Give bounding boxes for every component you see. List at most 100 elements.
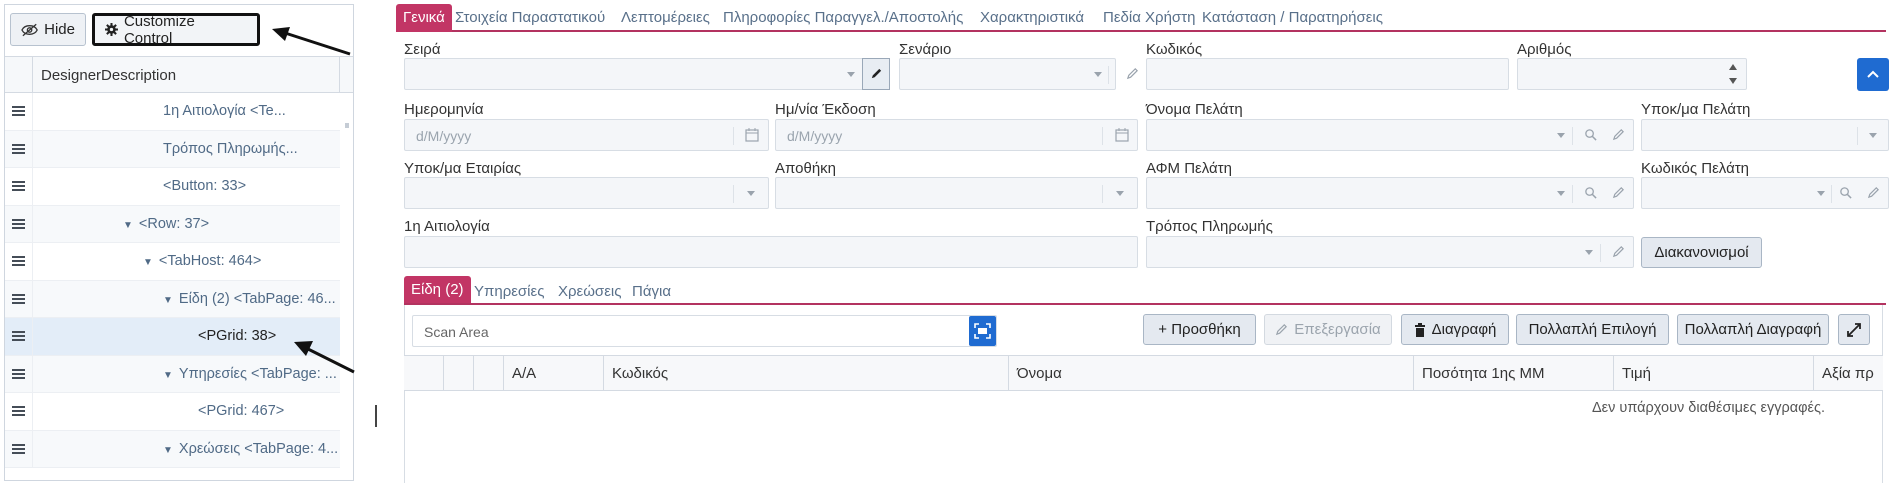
tree-row[interactable]: Τρόπος Πληρωμής...: [5, 130, 340, 168]
edit-series-button[interactable]: [862, 58, 890, 90]
add-button[interactable]: + Προσθήκη: [1143, 314, 1256, 345]
scan-area-input[interactable]: Scan Area: [412, 315, 997, 347]
customer-branch-select[interactable]: [1641, 119, 1889, 151]
date-input[interactable]: d/M/yyyy: [404, 119, 769, 151]
calendar-icon[interactable]: [1115, 128, 1129, 142]
customer-code-select[interactable]: [1641, 177, 1889, 209]
scenario-select[interactable]: [899, 58, 1138, 90]
drag-handle-icon[interactable]: [5, 393, 33, 430]
tab-services[interactable]: Υπηρεσίες: [467, 279, 551, 304]
annotation-arrow-icon: [294, 341, 355, 374]
series-select[interactable]: [404, 58, 889, 90]
caret-down-icon[interactable]: ▼: [123, 220, 133, 231]
tab-fixed-assets[interactable]: Πάγια: [625, 279, 678, 304]
tree-row[interactable]: <PGrid: 467>: [5, 393, 340, 431]
tree-row[interactable]: 1η Αιτιολογία <Te...: [5, 93, 340, 131]
grid-col-name[interactable]: Όνομα: [1009, 356, 1414, 390]
scrollbar-thumb[interactable]: [345, 123, 349, 128]
pencil-icon[interactable]: [1612, 186, 1625, 199]
panel-splitter[interactable]: [375, 405, 377, 427]
chevron-down-icon: [1557, 133, 1565, 138]
drag-handle-icon[interactable]: [5, 243, 33, 280]
decrement-icon[interactable]: [1729, 78, 1737, 84]
tab-details[interactable]: Λεπτομέρειες: [614, 6, 717, 32]
tree-row-selected[interactable]: <PGrid: 38>: [5, 318, 340, 356]
drag-handle-icon[interactable]: [5, 93, 33, 130]
tree-column-header: DesignerDescription: [5, 56, 353, 93]
main-tab-bar: Γενικά Στοιχεία Παραστατικού Λεπτομέρειε…: [396, 0, 1886, 32]
grid-header-row: Α/Α Κωδικός Όνομα Ποσότητα 1ης ΜΜ Τιμή Α…: [404, 355, 1883, 391]
drag-handle-icon[interactable]: [5, 318, 33, 355]
expand-button[interactable]: [1838, 314, 1870, 345]
series-label: Σειρά: [404, 41, 441, 58]
company-branch-select[interactable]: [404, 177, 769, 209]
chevron-down-icon: [1557, 191, 1565, 196]
caret-down-icon[interactable]: ▼: [163, 370, 173, 381]
trash-icon: [1414, 322, 1425, 337]
drag-handle-icon[interactable]: [5, 430, 33, 467]
caret-down-icon[interactable]: ▼: [163, 295, 173, 306]
tree-row[interactable]: ▼ <Row: 37>: [5, 205, 340, 243]
search-icon[interactable]: [1839, 186, 1852, 199]
grid-empty-message: Δεν υπάρχουν διαθέσιμες εγγραφές.: [1592, 400, 1825, 416]
pencil-icon: [1276, 324, 1288, 336]
tab-general[interactable]: Γενικά: [396, 4, 452, 32]
tree-row[interactable]: ▼ Είδη (2) <TabPage: 46...: [5, 280, 340, 318]
drag-handle-icon[interactable]: [5, 130, 33, 167]
tab-charges[interactable]: Χρεώσεις: [551, 279, 628, 304]
multi-delete-button[interactable]: Πολλαπλή Διαγραφή: [1677, 314, 1829, 345]
drag-handle-icon[interactable]: [5, 205, 33, 242]
pencil-icon[interactable]: [1867, 186, 1880, 199]
increment-icon[interactable]: [1729, 64, 1737, 70]
customer-vat-select[interactable]: [1146, 177, 1634, 209]
tree-row[interactable]: ▼ <TabHost: 464>: [5, 243, 340, 281]
tree-row[interactable]: ▼ Υπηρεσίες <TabPage: ...: [5, 355, 340, 393]
scan-area-placeholder: Scan Area: [424, 324, 489, 340]
tab-characteristics[interactable]: Χαρακτηριστικά: [973, 6, 1091, 32]
pencil-icon[interactable]: [1612, 245, 1625, 258]
tree-row[interactable]: ▼ Χρεώσεις <TabPage: 4...: [5, 430, 340, 468]
drag-handle-icon[interactable]: [5, 168, 33, 205]
grid-col-value[interactable]: Αξία πρ: [1814, 356, 1883, 390]
edit-button[interactable]: Επεξεργασία: [1264, 314, 1392, 345]
tree-row[interactable]: <Button: 33>: [5, 168, 340, 206]
settlements-button[interactable]: Διακανονισμοί: [1641, 237, 1762, 268]
drag-handle-icon[interactable]: [5, 280, 33, 317]
grid-col-quantity[interactable]: Ποσότητα 1ης ΜΜ: [1414, 356, 1614, 390]
caret-down-icon[interactable]: ▼: [143, 257, 153, 268]
customer-code-label: Κωδικός Πελάτη: [1641, 160, 1750, 177]
payment-method-select[interactable]: [1146, 236, 1634, 268]
grid-select-column[interactable]: [404, 356, 444, 390]
issue-date-input[interactable]: d/M/yyyy: [775, 119, 1138, 151]
calendar-icon[interactable]: [745, 128, 759, 142]
tab-user-fields[interactable]: Πεδία Χρήστη: [1096, 6, 1202, 32]
drag-handle-icon[interactable]: [5, 355, 33, 392]
designer-description-header: DesignerDescription: [41, 67, 177, 84]
grid-col-aa[interactable]: Α/Α: [504, 356, 604, 390]
warehouse-select[interactable]: [775, 177, 1138, 209]
delete-button[interactable]: Διαγραφή: [1401, 314, 1509, 345]
grid-col-code[interactable]: Κωδικός: [604, 356, 1009, 390]
caret-down-icon[interactable]: ▼: [163, 445, 173, 456]
tab-status-notes[interactable]: Κατάσταση / Παρατηρήσεις: [1195, 6, 1390, 32]
pencil-icon[interactable]: [1126, 67, 1139, 80]
barcode-scan-button[interactable]: [969, 316, 996, 346]
multi-select-button[interactable]: Πολλαπλή Επιλογή: [1516, 314, 1669, 345]
tab-items[interactable]: Είδη (2): [404, 276, 471, 303]
pencil-icon: [871, 68, 882, 79]
code-input[interactable]: [1146, 58, 1509, 90]
delete-label: Διαγραφή: [1431, 321, 1497, 338]
hide-button[interactable]: Hide: [10, 13, 86, 46]
pencil-icon[interactable]: [1612, 128, 1625, 141]
number-stepper[interactable]: [1517, 58, 1747, 90]
tab-document-info[interactable]: Στοιχεία Παραστατικού: [448, 6, 612, 32]
customize-control-button[interactable]: Customize Control: [92, 13, 260, 47]
search-icon[interactable]: [1584, 128, 1597, 141]
reason-input[interactable]: [404, 236, 1138, 268]
search-icon[interactable]: [1584, 186, 1597, 199]
customer-name-select[interactable]: [1146, 119, 1634, 151]
grid-col-price[interactable]: Τιμή: [1614, 356, 1814, 390]
tab-order-shipping[interactable]: Πληροφορίες Παραγγελ./Αποστολής: [716, 6, 970, 32]
collapse-button[interactable]: [1857, 58, 1889, 91]
chevron-down-icon: [1094, 72, 1102, 77]
